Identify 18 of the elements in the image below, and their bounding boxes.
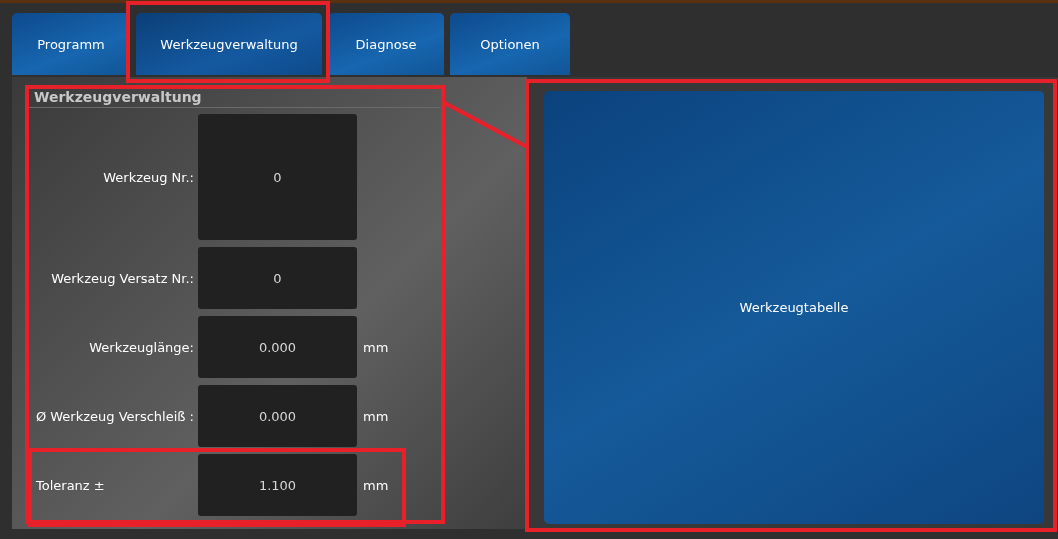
field-label: Werkzeuglänge: xyxy=(89,339,194,355)
group-title: Werkzeugverwaltung xyxy=(26,87,440,108)
value-field[interactable]: 0.000 xyxy=(198,385,357,447)
value-field[interactable]: 0.000 xyxy=(198,316,357,378)
value-field[interactable]: 1.100 xyxy=(198,454,357,516)
tab[interactable]: Werkzeugverwaltung xyxy=(136,13,322,75)
field-label: Werkzeug Versatz Nr.: xyxy=(51,270,194,286)
value-field[interactable]: 0 xyxy=(198,114,357,240)
field-label: Ø Werkzeug Verschleiß : xyxy=(35,408,194,424)
unit-label: mm xyxy=(363,408,389,424)
tab[interactable]: Optionen xyxy=(450,13,570,75)
tool-table-button[interactable]: Werkzeugtabelle xyxy=(544,91,1044,524)
tab[interactable]: Diagnose xyxy=(328,13,444,75)
unit-label: mm xyxy=(363,339,389,355)
value-field[interactable]: 0 xyxy=(198,247,357,309)
field-label: Werkzeug Nr.: xyxy=(103,169,194,185)
field-label: Toleranz ± xyxy=(36,477,105,493)
unit-label: mm xyxy=(363,477,389,493)
